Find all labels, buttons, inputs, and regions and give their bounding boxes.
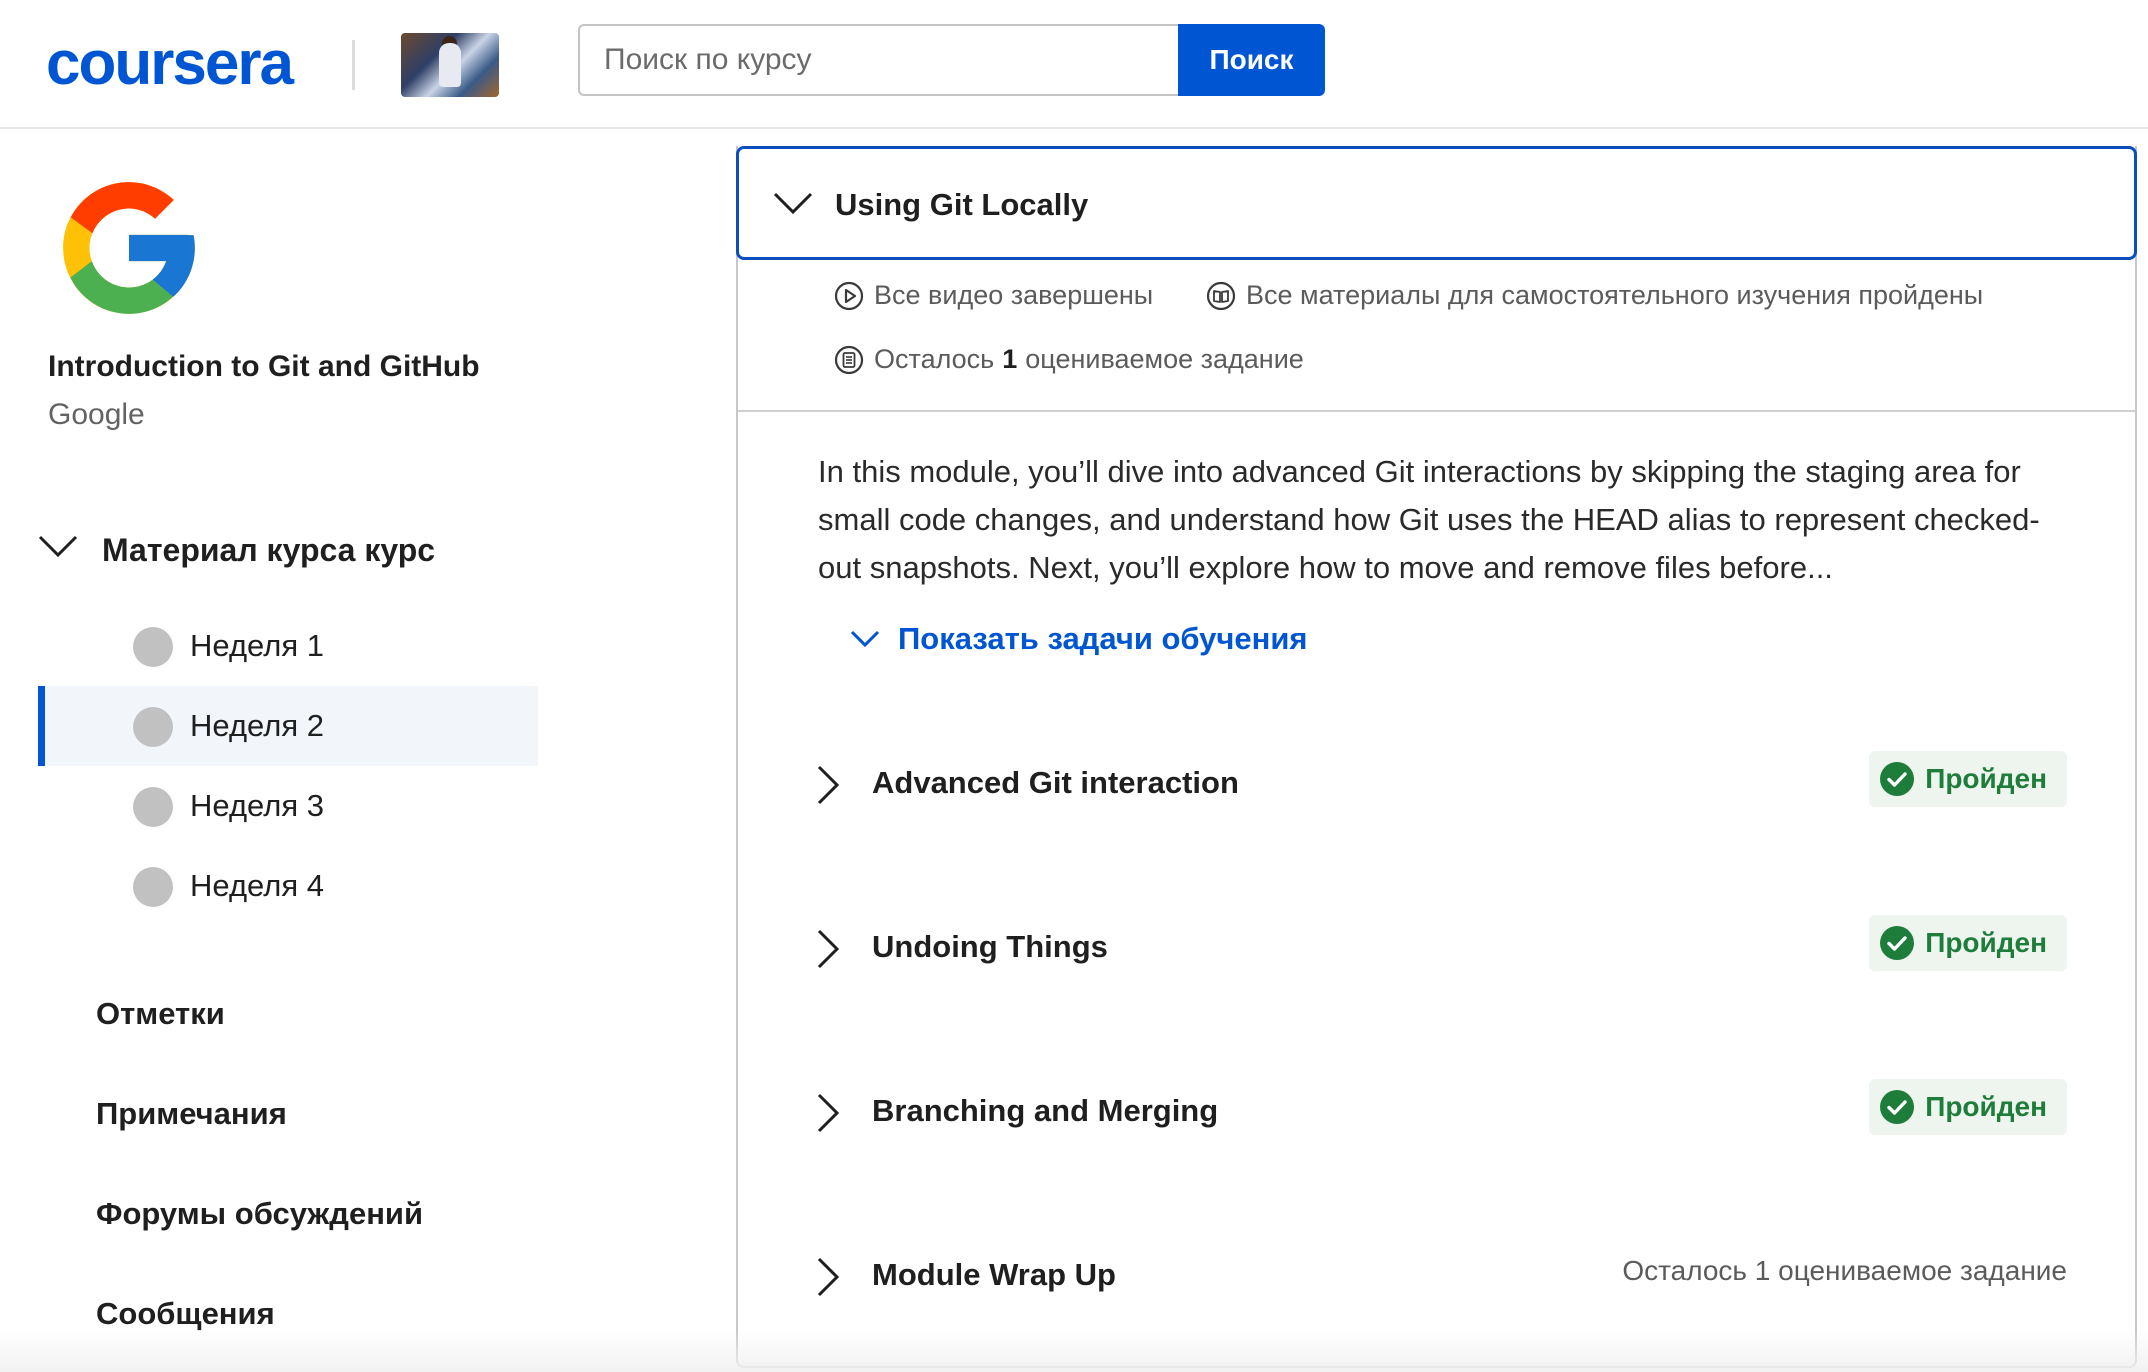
lesson-row-branching-and-merging[interactable]: Branching and Merging Пройден [800,1073,2070,1153]
active-week-indicator [38,686,45,766]
chevron-down-icon [773,192,813,215]
course-material-label: Материал курса курс [102,532,436,568]
user-avatar[interactable] [401,33,499,97]
chevron-right-icon [817,765,840,805]
lesson-title: Branching and Merging [872,1093,1219,1128]
sidebar-item-week-3[interactable]: Неделя 3 [38,766,538,846]
stats-divider [738,410,2135,412]
avatar-figure [439,43,461,87]
chevron-down-icon [850,630,880,648]
videos-status: Все видео завершены [834,280,1153,311]
week-status-circle-icon [133,787,173,827]
show-learning-objectives-label: Показать задачи обучения [898,621,1308,656]
course-material-toggle[interactable]: Материал курса курс [38,524,558,584]
coursera-logo[interactable]: coursera [46,28,294,99]
assignment-icon [834,345,864,374]
week-label: Неделя 2 [190,708,324,743]
search-button[interactable]: Поиск [1178,24,1325,96]
week-status-circle-icon [133,867,173,907]
check-circle-icon [1880,926,1915,960]
lesson-row-undoing-things[interactable]: Undoing Things Пройден [800,909,2070,989]
week-status-circle-icon [133,707,173,747]
completed-badge: Пройден [1869,1079,2067,1135]
completed-badge: Пройден [1869,915,2067,971]
completed-badge-text: Пройден [1925,763,2047,794]
google-logo-icon [63,182,195,314]
assignments-remaining-status: Осталось 1 оцениваемое задание [834,344,1304,375]
course-organization: Google [48,398,145,431]
materials-status: Все материалы для самостоятельного изуче… [1206,280,1983,311]
remaining-count: 1 [1002,344,1018,374]
completed-badge-text: Пройден [1925,1091,2047,1122]
book-icon [1206,281,1236,310]
module-description: In this module, you’ll dive into advance… [818,454,2040,585]
search-input[interactable] [578,24,1178,96]
show-learning-objectives-toggle[interactable]: Показать задачи обучения [850,617,1308,661]
remaining-prefix: Осталось [874,344,995,374]
chevron-right-icon [817,1093,840,1133]
check-circle-icon [1880,1090,1915,1124]
week-label: Неделя 1 [190,628,324,663]
week-label: Неделя 3 [190,788,324,823]
lesson-row-module-wrap-up[interactable]: Module Wrap Up Осталось 1 оцениваемое за… [800,1237,2070,1317]
completed-badge-text: Пройден [1925,927,2047,958]
course-title[interactable]: Introduction to Git and GitHub [48,350,480,384]
chevron-right-icon [817,929,840,969]
sidebar-link-forums[interactable]: Форумы обсуждений [96,1196,423,1232]
lesson-remaining-text: Осталось 1 оцениваемое задание [1622,1255,2067,1286]
chevron-right-icon [817,1257,840,1297]
completed-badge: Пройден [1869,751,2067,807]
sidebar-item-week-1[interactable]: Неделя 1 [38,606,538,686]
week-label: Неделя 4 [190,868,324,903]
play-circle-icon [834,281,864,310]
sidebar-item-week-4[interactable]: Неделя 4 [38,846,538,926]
lesson-title: Undoing Things [872,929,1108,964]
check-circle-icon [1880,762,1915,796]
chevron-down-icon [38,535,78,558]
module-title: Using Git Locally [835,187,1089,222]
lesson-title: Advanced Git interaction [872,765,1239,800]
videos-status-text: Все видео завершены [874,280,1154,310]
lesson-title: Module Wrap Up [872,1257,1116,1292]
remaining-suffix: оцениваемое задание [1025,344,1304,374]
week-status-circle-icon [133,627,173,667]
lesson-row-advanced-git-interaction[interactable]: Advanced Git interaction Пройден [800,745,2070,825]
header-divider [352,40,355,90]
materials-status-text: Все материалы для самостоятельного изуче… [1246,280,1984,310]
top-header: coursera Поиск [0,0,2148,129]
sidebar-link-messages[interactable]: Сообщения [96,1296,275,1332]
sidebar-link-grades[interactable]: Отметки [96,996,225,1032]
sidebar-item-week-2[interactable]: Неделя 2 [38,686,538,766]
sidebar-link-notes[interactable]: Примечания [96,1096,287,1132]
module-accordion-header[interactable]: Using Git Locally [736,146,2137,260]
